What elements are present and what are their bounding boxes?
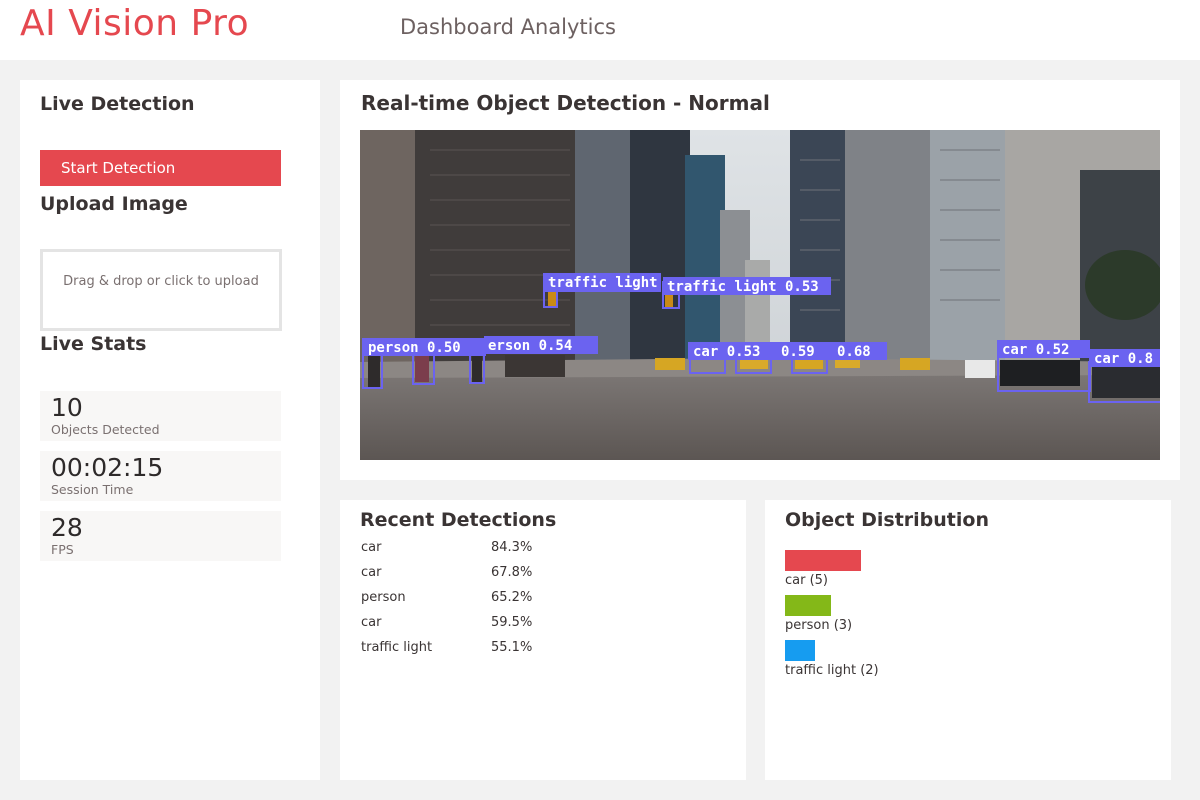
stat-label: Session Time [51,482,134,497]
detection-label: 0.68 [837,344,871,360]
viewer-title: Real-time Object Detection - Normal [361,91,770,115]
stat-objects-detected: 10 Objects Detected [40,391,281,441]
detection-label: car 0.52 [1002,342,1069,358]
distribution-bar-traffic-light [785,640,815,661]
distribution-label: person (3) [785,618,853,633]
detection-label: erson 0.54 [488,338,572,354]
detection-label: car 0.53 [693,344,760,360]
detection-confidence: 65.2% [491,590,533,605]
detection-label: car 0.8 [1094,351,1153,367]
stat-value: 28 [51,513,83,542]
app-title: AI Vision Pro [20,3,250,44]
upload-dropzone[interactable]: Drag & drop or click to upload [40,249,282,331]
detection-name: car [361,615,382,630]
recent-detections-title: Recent Detections [360,509,557,531]
detection-confidence: 84.3% [491,540,533,555]
detection-name: car [361,565,382,580]
stat-fps: 28 FPS [40,511,281,561]
distribution-bar-person [785,595,831,616]
top-bar: AI Vision Pro Dashboard Analytics [0,0,1200,60]
detection-name: person [361,590,406,605]
distribution-bar-car [785,550,861,571]
detection-confidence: 67.8% [491,565,533,580]
stat-label: Objects Detected [51,422,160,437]
detection-name: car [361,540,382,555]
recent-detections-panel: Recent Detections car 84.3% car 67.8% pe… [340,500,746,780]
detection-name: traffic light [361,640,433,655]
detection-frame: traffic light traffic light 0.53 person … [360,130,1160,460]
stat-label: FPS [51,542,74,557]
detection-label: person 0.50 [368,340,461,356]
upload-hint: Drag & drop or click to upload [63,274,259,289]
live-stats-title: Live Stats [40,333,147,355]
upload-image-title: Upload Image [40,193,188,215]
stat-session-time: 00:02:15 Session Time [40,451,281,501]
start-detection-button[interactable]: Start Detection [40,150,281,186]
stat-value: 10 [51,393,83,422]
detection-confidence: 59.5% [491,615,533,630]
detection-label: traffic light 0.53 [667,279,819,295]
object-distribution-panel: Object Distribution car (5) person (3) t… [765,500,1171,780]
page-subtitle: Dashboard Analytics [400,15,616,39]
sidebar-panel: Live Detection Start Detection Upload Im… [20,80,320,780]
street-scene-image: traffic light traffic light 0.53 person … [360,130,1160,460]
live-detection-title: Live Detection [40,93,195,115]
detection-confidence: 55.1% [491,640,533,655]
stat-value: 00:02:15 [51,453,164,482]
detection-label: traffic light [548,275,658,291]
distribution-label: car (5) [785,573,829,588]
distribution-label: traffic light (2) [785,663,879,678]
detection-viewer-panel: Real-time Object Detection - Normal traf… [340,80,1180,480]
detection-label: 0.59 [781,344,815,360]
object-distribution-title: Object Distribution [785,509,989,531]
